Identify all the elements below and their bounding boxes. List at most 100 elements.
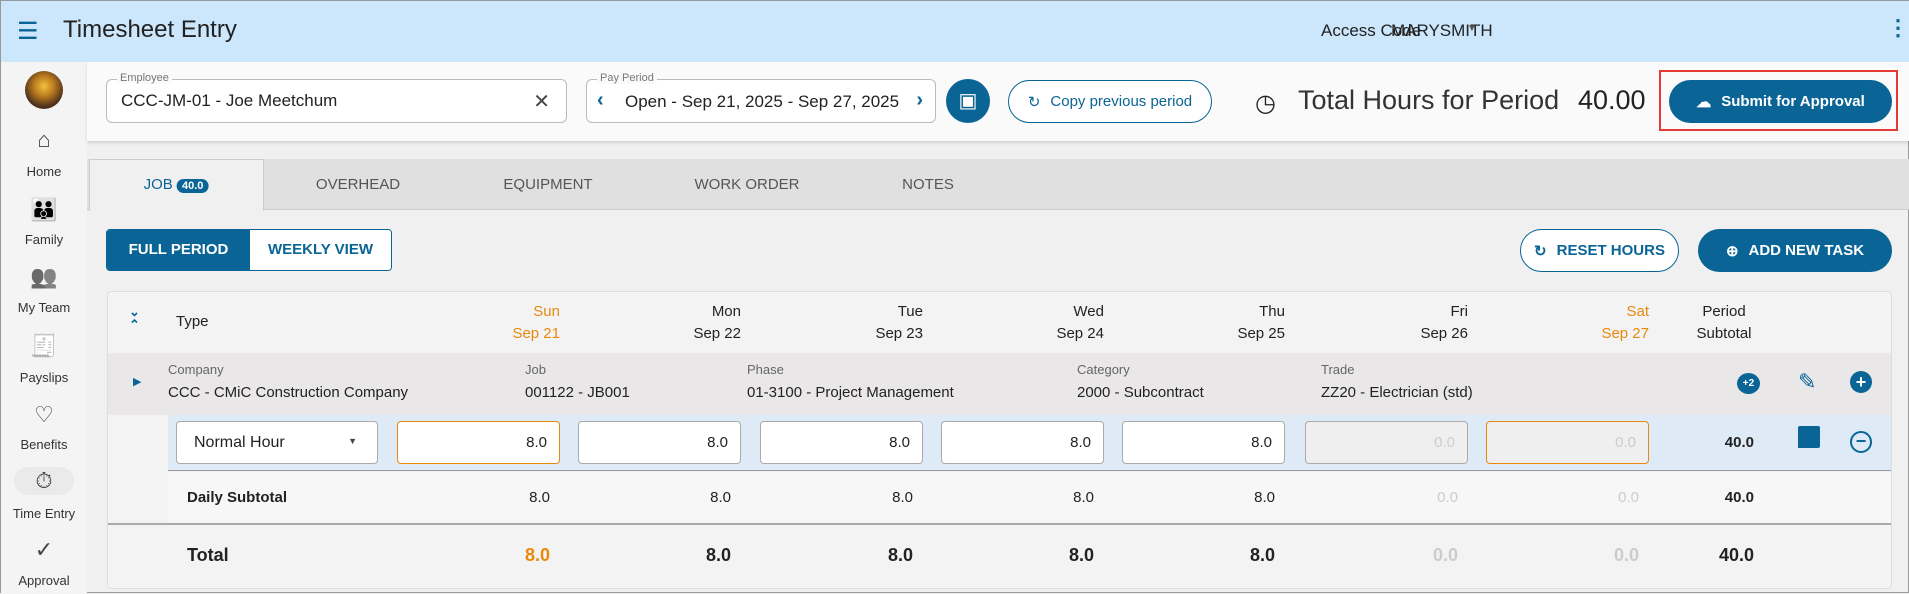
tab-label: WORK ORDER <box>694 176 800 193</box>
family-icon: 👪 <box>30 197 58 222</box>
day-header: Tue Sep 23 <box>803 301 923 345</box>
weekly-view-toggle[interactable]: WEEKLY VIEW <box>250 230 391 270</box>
avatar[interactable] <box>25 71 63 109</box>
tab-job[interactable]: JOB 40.0 <box>144 159 209 210</box>
daily-subtotal-mon: 8.0 <box>710 489 731 506</box>
sidebar-item-label: Time Entry <box>12 506 76 521</box>
daily-subtotal-sat: 0.0 <box>1618 489 1639 506</box>
calendar-button[interactable]: ▣ <box>946 79 990 123</box>
hours-input-tue[interactable]: 8.0 <box>760 421 923 464</box>
tab-equipment[interactable]: EQUIPMENT <box>503 159 592 210</box>
expand-collapse-all-icon[interactable]: ⌄ ⌃ <box>129 305 140 331</box>
previous-period-icon[interactable]: ‹ <box>597 89 604 112</box>
day-header: Fri Sep 26 <box>1348 301 1468 345</box>
hours-input-thu[interactable]: 8.0 <box>1122 421 1285 464</box>
copy-label: Copy previous period <box>1050 93 1193 110</box>
group-field-value: CCC - CMiC Construction Company <box>168 384 409 401</box>
day-date: Sep 24 <box>1056 325 1104 342</box>
comment-icon[interactable] <box>1798 426 1820 448</box>
day-name: Sun <box>533 303 560 320</box>
employee-field[interactable]: Employee CCC-JM-01 - Joe Meetchum ✕ <box>106 72 567 123</box>
sidebar-item-label: Benefits <box>20 437 68 452</box>
team-icon: 👥 <box>30 264 58 289</box>
employee-value: CCC-JM-01 - Joe Meetchum <box>121 91 338 110</box>
sidebar-item-home[interactable]: ⌂ Home <box>1 126 87 179</box>
app-header: ☰ Timesheet Entry Access Code MARYSMITH … <box>1 1 1909 62</box>
day-name: Mon <box>711 303 741 320</box>
benefits-icon: ♡ <box>34 402 54 427</box>
day-name: Fri <box>1450 303 1469 320</box>
full-period-toggle[interactable]: FULL PERIOD <box>107 230 250 270</box>
day-date: Sep 26 <box>1420 325 1468 342</box>
tab-work-order[interactable]: WORK ORDER <box>695 159 800 210</box>
next-period-icon[interactable]: › <box>916 89 923 112</box>
tab-notes[interactable]: NOTES <box>902 159 954 210</box>
add-new-task-button[interactable]: ⊕ ADD NEW TASK <box>1698 229 1892 272</box>
day-name: Sat <box>1626 303 1649 320</box>
daily-subtotal-wed: 8.0 <box>1073 489 1094 506</box>
total-sun: 8.0 <box>524 545 550 565</box>
pay-period-label: Pay Period <box>597 72 657 84</box>
sidebar-item-label: Approval <box>18 573 70 588</box>
subtotal-label: Subtotal <box>1696 325 1752 342</box>
daily-subtotal-thu: 8.0 <box>1254 489 1275 506</box>
period-label: Period <box>1702 303 1746 320</box>
sidebar-item-benefits[interactable]: ♡ Benefits <box>1 401 87 452</box>
grand-total: 40.0 <box>1718 545 1754 565</box>
day-date: Sep 25 <box>1237 325 1285 342</box>
sidebar-item-approval[interactable]: ✓ Approval <box>1 536 87 588</box>
day-date: Sep 21 <box>512 325 560 342</box>
calendar-icon: ▣ <box>958 90 978 112</box>
add-row-icon[interactable]: + <box>1850 371 1872 393</box>
edit-icon[interactable]: ✎ <box>1798 369 1816 395</box>
hours-input-sun[interactable]: 8.0 <box>397 421 560 464</box>
hours-input-wed[interactable]: 8.0 <box>941 421 1104 464</box>
tab-label: NOTES <box>902 176 954 193</box>
group-field-label: Job <box>525 362 546 377</box>
sidebar-item-label: Payslips <box>19 370 69 385</box>
hamburger-menu-icon[interactable]: ☰ <box>17 17 39 46</box>
total-hours-value: 40.00 <box>1578 85 1646 115</box>
sidebar-item-time-entry[interactable]: ⏱ Time Entry <box>1 467 87 521</box>
remove-row-icon[interactable]: − <box>1850 431 1872 453</box>
day-date: Sep 27 <box>1601 325 1649 342</box>
access-code-dropdown-icon[interactable]: ▼ <box>1467 23 1477 34</box>
daily-subtotal-tue: 8.0 <box>892 489 913 506</box>
hours-input-mon[interactable]: 8.0 <box>578 421 741 464</box>
day-header: Thu Sep 25 <box>1165 301 1285 345</box>
employee-label: Employee <box>117 72 172 84</box>
sidebar-item-my-team[interactable]: 👥 My Team <box>1 263 87 315</box>
more-options-icon[interactable]: ⋮ <box>1887 15 1909 41</box>
add-task-label: ADD NEW TASK <box>1748 242 1865 259</box>
reset-icon: ↻ <box>1534 242 1547 260</box>
day-date: Sep 22 <box>693 325 741 342</box>
home-icon: ⌂ <box>37 127 51 152</box>
hour-type-select[interactable]: Normal Hour ▼ <box>176 421 378 464</box>
day-header: Sun Sep 21 <box>440 301 560 345</box>
group-field-label: Trade <box>1321 362 1355 377</box>
more-fields-badge[interactable]: +2 <box>1737 373 1760 394</box>
expand-row-icon[interactable]: ▶ <box>133 375 141 388</box>
sidebar-item-label: Home <box>26 164 62 179</box>
clear-icon[interactable]: ✕ <box>533 89 550 114</box>
view-toggle: FULL PERIOD WEEKLY VIEW <box>106 229 392 271</box>
hours-input-fri[interactable]: 0.0 <box>1305 421 1468 464</box>
clock-icon: ◷ <box>1255 90 1276 117</box>
submit-label: Submit for Approval <box>1721 93 1865 110</box>
sidebar-item-family[interactable]: 👪 Family <box>1 196 87 247</box>
reset-hours-button[interactable]: ↻ RESET HOURS <box>1520 229 1679 272</box>
row-total: 40.0 <box>1724 434 1754 451</box>
pay-period-field[interactable]: Pay Period ‹ Open - Sep 21, 2025 - Sep 2… <box>586 72 936 123</box>
tab-label: OVERHEAD <box>315 176 401 193</box>
copy-previous-period-button[interactable]: ↻ Copy previous period <box>1008 80 1212 123</box>
access-code-value[interactable]: MARYSMITH <box>1391 21 1493 41</box>
daily-subtotal-sun: 8.0 <box>529 489 550 506</box>
period-subtotal-header: Period Subtotal <box>1684 301 1764 345</box>
sidebar-item-payslips[interactable]: 🧾 Payslips <box>1 332 87 385</box>
total-label: Total <box>187 545 229 565</box>
total-fri: 0.0 <box>1432 545 1458 565</box>
tab-overhead[interactable]: OVERHEAD <box>316 159 400 210</box>
reset-label: RESET HOURS <box>1556 242 1665 259</box>
submit-for-approval-button[interactable]: ☁ Submit for Approval <box>1669 80 1892 123</box>
hours-input-sat[interactable]: 0.0 <box>1486 421 1649 464</box>
